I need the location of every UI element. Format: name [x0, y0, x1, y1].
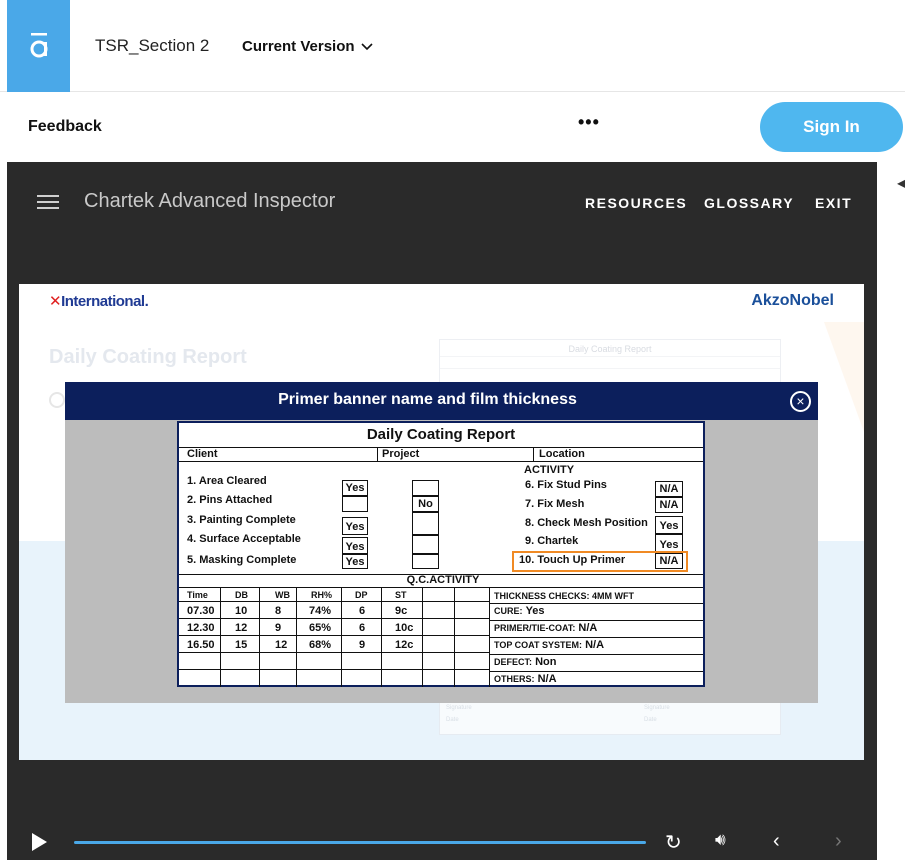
checklist-item: 9. Chartek — [525, 535, 579, 547]
more-options-icon[interactable]: ••• — [578, 112, 600, 133]
no-box: No — [412, 496, 439, 512]
nav-resources[interactable]: RESOURCES — [585, 195, 687, 211]
qc-cell: 65% — [309, 622, 332, 634]
version-dropdown[interactable]: Current Version — [242, 38, 373, 55]
qc-cell: 10 — [235, 605, 248, 617]
checklist-item: 5. Masking Complete — [187, 554, 297, 566]
play-icon[interactable] — [32, 833, 47, 851]
modal-title: Primer banner name and film thickness — [278, 391, 577, 408]
checklist-item: 6. Fix Stud Pins — [525, 479, 607, 491]
yes-box: Yes — [342, 537, 368, 554]
previous-icon[interactable]: ‹ — [773, 830, 780, 853]
replay-icon[interactable]: ↻ — [665, 830, 682, 855]
yes-box: Yes — [342, 480, 368, 496]
check-item: PRIMER/TIE-COAT: N/A — [494, 622, 598, 634]
qc-activity-label: Q.C.ACTIVITY — [406, 574, 480, 586]
no-box — [412, 554, 439, 569]
qc-header: Time — [187, 590, 208, 600]
yes-box — [342, 496, 368, 512]
background-date-label: Date — [446, 717, 459, 723]
checklist-item: 2. Pins Attached — [187, 494, 273, 506]
daily-coating-report: Daily Coating Report Client Project Loca… — [177, 421, 705, 687]
qc-cell: 12 — [235, 622, 248, 634]
slide-title: Daily Coating Report — [49, 346, 247, 368]
check-item: THICKNESS CHECKS: 4MM WFT — [494, 591, 634, 601]
nav-glossary[interactable]: GLOSSARY — [704, 195, 794, 211]
decorative-shape — [824, 322, 864, 432]
no-box — [412, 535, 439, 554]
app-logo[interactable] — [7, 0, 70, 92]
qc-cell: 6 — [359, 622, 366, 634]
qc-cell: 68% — [309, 639, 332, 651]
checklist-item: 1. Area Cleared — [187, 475, 267, 487]
sign-in-button[interactable]: Sign In — [760, 102, 903, 152]
course-title: Chartek Advanced Inspector — [84, 190, 336, 212]
logo-icon — [30, 33, 47, 58]
highlight-touch-up-primer — [512, 551, 688, 572]
activity-label: ACTIVITY — [524, 464, 575, 476]
version-label: Current Version — [242, 38, 355, 55]
popup-modal: Primer banner name and film thickness × … — [65, 382, 818, 703]
activity-value-box: Yes — [655, 534, 683, 552]
activity-value-box: N/A — [655, 481, 683, 497]
qc-cell: 12 — [275, 639, 288, 651]
document-title: TSR_Section 2 — [95, 36, 210, 55]
qc-cell: 9 — [275, 622, 282, 634]
qc-cell: 12.30 — [187, 622, 215, 634]
chevron-down-icon — [360, 42, 373, 50]
checklist-item: 8. Check Mesh Position — [525, 517, 648, 529]
yes-box: Yes — [342, 517, 368, 535]
location-label: Location — [539, 448, 585, 460]
hamburger-menu-icon[interactable] — [37, 195, 59, 209]
qc-header: RH% — [311, 590, 333, 600]
background-date-label: Date — [644, 717, 657, 723]
modal-header: Primer banner name and film thickness × — [65, 382, 818, 420]
qc-cell: 6 — [359, 605, 366, 617]
yes-box: Yes — [342, 554, 368, 569]
feedback-link[interactable]: Feedback — [28, 118, 102, 136]
check-item: OTHERS: N/A — [494, 673, 557, 685]
background-report-title: Daily Coating Report — [568, 344, 652, 354]
close-icon[interactable]: × — [790, 391, 811, 412]
sub-bar: Feedback ••• Sign In — [7, 92, 905, 162]
check-item: TOP COAT SYSTEM: N/A — [494, 639, 605, 651]
qc-cell: 15 — [235, 639, 248, 651]
qc-header: DP — [355, 590, 368, 600]
report-title: Daily Coating Report — [366, 426, 516, 443]
next-icon[interactable]: › — [835, 830, 842, 853]
qc-cell: 07.30 — [187, 605, 215, 617]
project-label: Project — [382, 448, 420, 460]
qc-cell: 16.50 — [187, 639, 215, 651]
activity-value-box: N/A — [655, 497, 683, 513]
checklist-item: 3. Painting Complete — [187, 514, 296, 526]
qc-cell: 12c — [395, 639, 414, 651]
top-bar: TSR_Section 2 Current Version — [0, 0, 905, 92]
client-label: Client — [187, 448, 218, 460]
qc-cell: 9 — [359, 639, 366, 651]
progress-bar[interactable] — [74, 841, 646, 844]
checklist-item: 4. Surface Acceptable — [187, 533, 301, 545]
qc-header: DB — [235, 590, 248, 600]
background-signature-label: Signature — [644, 705, 670, 711]
qc-header: WB — [275, 590, 290, 600]
nav-exit[interactable]: EXIT — [815, 195, 852, 211]
collapse-arrow-icon[interactable]: ◀ — [897, 176, 905, 190]
app-root: TSR_Section 2 Current Version Feedback •… — [0, 0, 905, 860]
no-box — [412, 480, 439, 496]
qc-header: ST — [395, 590, 407, 600]
akzonobel-logo: AkzoNobel — [751, 292, 834, 309]
background-signature-label: Signature — [446, 705, 472, 711]
checklist-item: 7. Fix Mesh — [525, 498, 585, 510]
activity-value-box: Yes — [655, 516, 683, 534]
check-item: DEFECT: Non — [494, 656, 557, 668]
slide-icon — [49, 392, 65, 408]
international-logo: ✕International. — [49, 293, 149, 310]
no-box — [412, 512, 439, 535]
check-item: CURE: Yes — [494, 605, 545, 617]
qc-cell: 10c — [395, 622, 414, 634]
qc-cell: 8 — [275, 605, 282, 617]
qc-cell: 9c — [395, 605, 408, 617]
volume-icon[interactable]: 🔊︎ — [715, 830, 726, 850]
qc-cell: 74% — [309, 605, 332, 617]
